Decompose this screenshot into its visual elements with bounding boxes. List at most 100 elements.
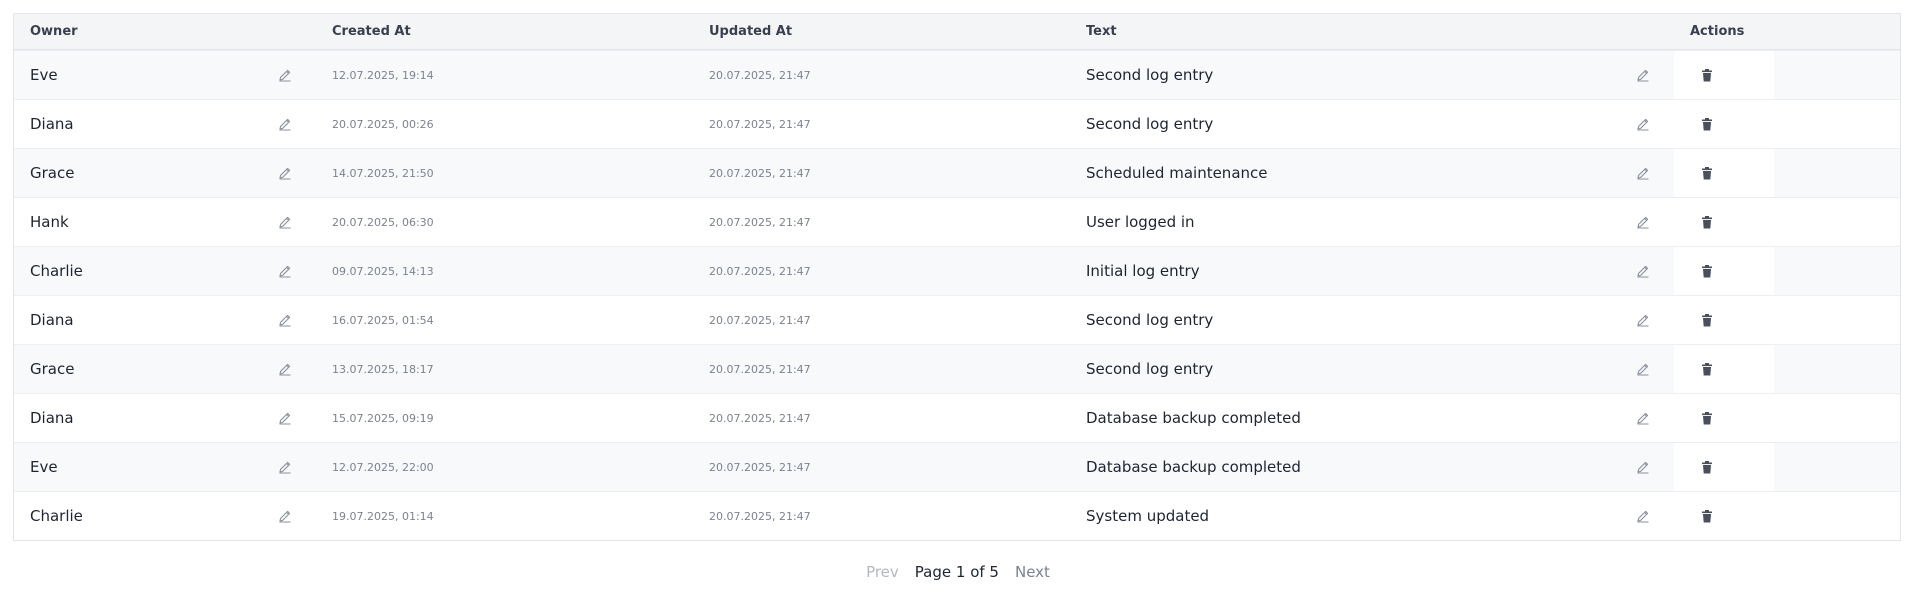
edit-owner-button[interactable] (276, 360, 294, 378)
edit-owner-button[interactable] (276, 409, 294, 427)
delete-button[interactable] (1699, 458, 1715, 476)
owner-cell: Charlie (30, 262, 83, 280)
edit-text-button[interactable] (1634, 458, 1652, 476)
actions-cell (1674, 51, 1774, 99)
delete-button[interactable] (1699, 262, 1715, 280)
pencil-icon (278, 264, 292, 278)
table-row: Charlie 19.07.2025, 01:14 20.07.2025, 21… (14, 491, 1900, 540)
header-text[interactable]: Text (1086, 14, 1117, 49)
trash-icon (1701, 166, 1713, 180)
edit-text-button[interactable] (1634, 262, 1652, 280)
edit-owner-button[interactable] (276, 66, 294, 84)
created-at-cell: 09.07.2025, 14:13 (332, 264, 434, 278)
table-row: Charlie 09.07.2025, 14:13 20.07.2025, 21… (14, 246, 1900, 295)
table-row: Eve 12.07.2025, 19:14 20.07.2025, 21:47 … (14, 50, 1900, 99)
edit-owner-button[interactable] (276, 507, 294, 525)
trash-icon (1701, 460, 1713, 474)
owner-cell: Grace (30, 164, 75, 182)
page-info: Page 1 of 5 (914, 563, 999, 581)
created-at-cell: 19.07.2025, 01:14 (332, 509, 434, 523)
pencil-icon (278, 362, 292, 376)
actions-cell (1674, 198, 1774, 246)
table-row: Diana 20.07.2025, 00:26 20.07.2025, 21:4… (14, 99, 1900, 148)
edit-text-button[interactable] (1634, 213, 1652, 231)
logs-table: Owner Created At Updated At Text Actions… (13, 13, 1901, 541)
owner-cell: Hank (30, 213, 69, 231)
delete-button[interactable] (1699, 115, 1715, 133)
delete-button[interactable] (1699, 66, 1715, 84)
edit-text-button[interactable] (1634, 311, 1652, 329)
owner-cell: Diana (30, 115, 74, 133)
header-owner[interactable]: Owner (30, 14, 78, 49)
pencil-icon (278, 313, 292, 327)
trash-icon (1701, 68, 1713, 82)
header-created-at[interactable]: Created At (332, 14, 411, 49)
edit-text-button[interactable] (1634, 66, 1652, 84)
header-actions: Actions (1690, 24, 1745, 39)
created-at-cell: 15.07.2025, 09:19 (332, 411, 434, 425)
updated-at-cell: 20.07.2025, 21:47 (709, 313, 811, 327)
trash-icon (1701, 362, 1713, 376)
owner-cell: Diana (30, 409, 74, 427)
actions-cell (1674, 345, 1774, 393)
trash-icon (1701, 117, 1713, 131)
pencil-icon (1636, 362, 1650, 376)
edit-text-button[interactable] (1634, 409, 1652, 427)
text-cell: Second log entry (1086, 360, 1214, 378)
text-cell: Scheduled maintenance (1086, 164, 1268, 182)
actions-cell (1674, 247, 1774, 295)
delete-button[interactable] (1699, 409, 1715, 427)
edit-owner-button[interactable] (276, 311, 294, 329)
pagination: Prev Page 1 of 5 Next (0, 563, 1916, 581)
pencil-icon (278, 68, 292, 82)
created-at-cell: 16.07.2025, 01:54 (332, 313, 434, 327)
delete-button[interactable] (1699, 213, 1715, 231)
pencil-icon (1636, 117, 1650, 131)
edit-text-button[interactable] (1634, 115, 1652, 133)
updated-at-cell: 20.07.2025, 21:47 (709, 460, 811, 474)
pencil-icon (278, 509, 292, 523)
actions-cell (1674, 100, 1774, 148)
pencil-icon (1636, 166, 1650, 180)
table-row: Grace 13.07.2025, 18:17 20.07.2025, 21:4… (14, 344, 1900, 393)
text-cell: Second log entry (1086, 115, 1214, 133)
text-cell: Initial log entry (1086, 262, 1200, 280)
edit-owner-button[interactable] (276, 262, 294, 280)
pencil-icon (1636, 460, 1650, 474)
pencil-icon (278, 215, 292, 229)
header-updated-at[interactable]: Updated At (709, 14, 792, 49)
delete-button[interactable] (1699, 164, 1715, 182)
edit-owner-button[interactable] (276, 458, 294, 476)
pencil-icon (278, 166, 292, 180)
created-at-cell: 20.07.2025, 00:26 (332, 117, 434, 131)
edit-text-button[interactable] (1634, 507, 1652, 525)
updated-at-cell: 20.07.2025, 21:47 (709, 362, 811, 376)
pencil-icon (1636, 215, 1650, 229)
pencil-icon (278, 117, 292, 131)
table-row: Diana 16.07.2025, 01:54 20.07.2025, 21:4… (14, 295, 1900, 344)
edit-owner-button[interactable] (276, 115, 294, 133)
edit-text-button[interactable] (1634, 360, 1652, 378)
actions-cell (1674, 443, 1774, 491)
edit-owner-button[interactable] (276, 164, 294, 182)
edit-owner-button[interactable] (276, 213, 294, 231)
table-header: Owner Created At Updated At Text Actions (14, 14, 1900, 50)
pencil-icon (278, 460, 292, 474)
edit-text-button[interactable] (1634, 164, 1652, 182)
trash-icon (1701, 411, 1713, 425)
delete-button[interactable] (1699, 311, 1715, 329)
next-page-button[interactable]: Next (1015, 563, 1050, 581)
text-cell: Second log entry (1086, 311, 1214, 329)
created-at-cell: 14.07.2025, 21:50 (332, 166, 434, 180)
updated-at-cell: 20.07.2025, 21:47 (709, 117, 811, 131)
pencil-icon (1636, 411, 1650, 425)
text-cell: User logged in (1086, 213, 1195, 231)
owner-cell: Grace (30, 360, 75, 378)
updated-at-cell: 20.07.2025, 21:47 (709, 264, 811, 278)
trash-icon (1701, 313, 1713, 327)
owner-cell: Diana (30, 311, 74, 329)
prev-page-button[interactable]: Prev (866, 563, 899, 581)
text-cell: Database backup completed (1086, 409, 1301, 427)
delete-button[interactable] (1699, 507, 1715, 525)
delete-button[interactable] (1699, 360, 1715, 378)
